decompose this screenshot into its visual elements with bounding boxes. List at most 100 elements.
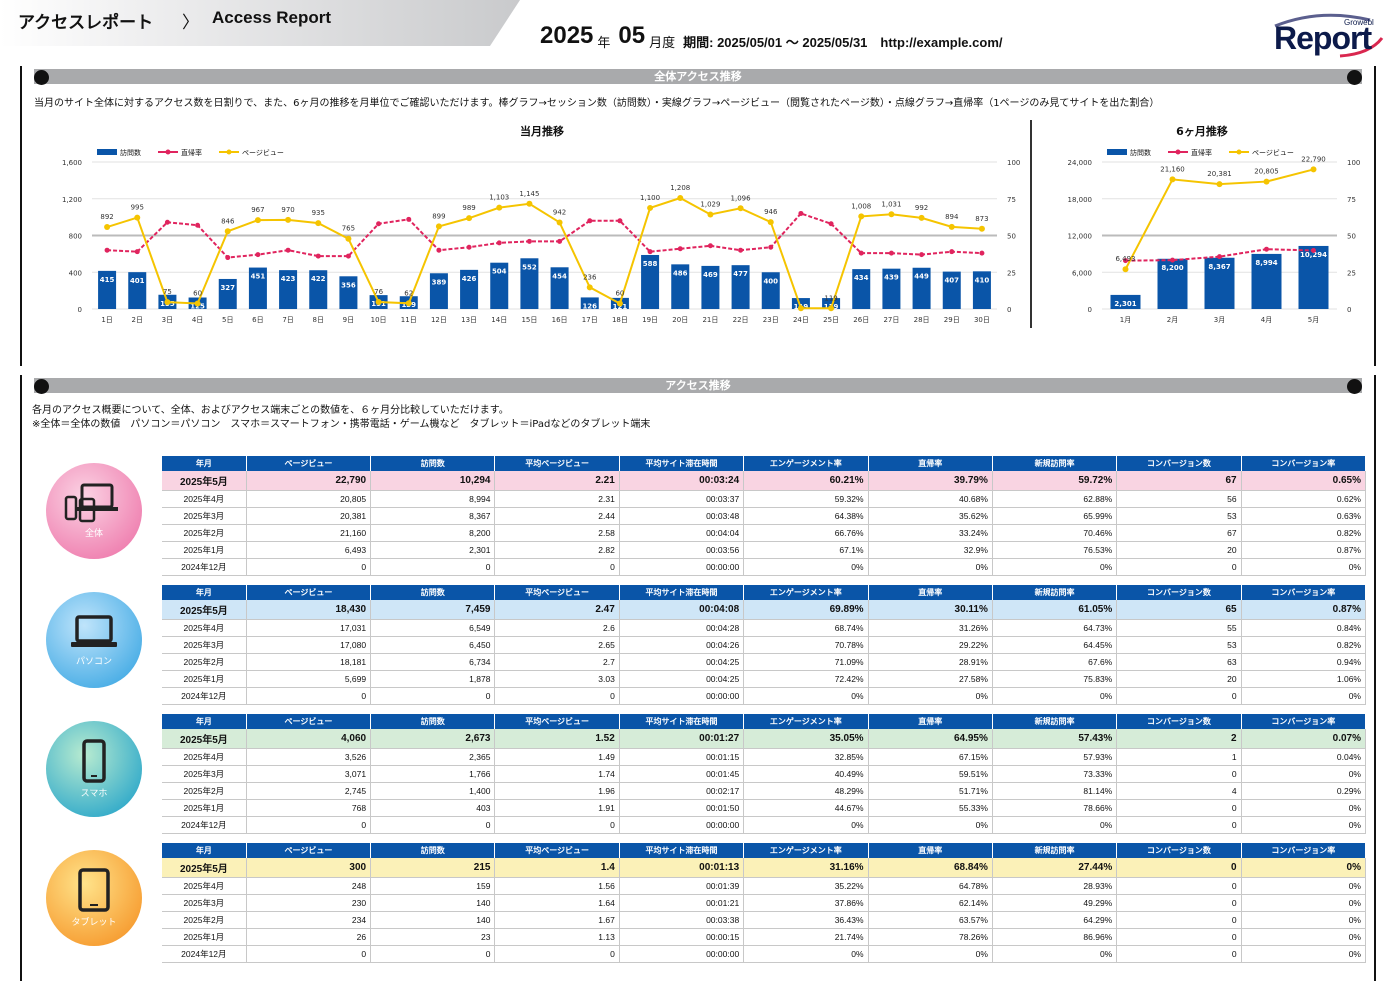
pageview-value-label: 894: [945, 213, 959, 221]
table-cell: 18,181: [246, 653, 372, 671]
x-tick-label: 28日: [914, 316, 930, 324]
table-row: 2025年5月 300 215 1.4 00:01:13 31.16% 68.84% 27.4…: [162, 858, 1367, 878]
pageview-point: [435, 223, 442, 230]
logo-small-text: Growebl: [1344, 18, 1374, 27]
table-cell: 00:04:25: [619, 670, 745, 688]
table-cell: 0%: [1241, 877, 1367, 895]
pageview-value-label: 1,029: [700, 200, 720, 208]
bounce-rate-point: [496, 240, 502, 246]
table-row: 2025年1月 768 403 1.91 00:01:50 44.67% 55.33% 78.…: [162, 799, 1367, 817]
x-tick-label: 25日: [823, 316, 839, 324]
pageview-value-label: 6,493: [1115, 255, 1135, 263]
bar-value-label: 451: [251, 273, 266, 281]
legend-swatch: [1107, 149, 1127, 155]
pageview-value-label: 946: [764, 208, 778, 216]
table-cell: 2.21: [494, 471, 620, 491]
pageview-value-label: 60: [615, 289, 624, 297]
bounce-rate-point: [134, 249, 140, 255]
report-period: 期間: 2025/05/01 ～ 2025/05/31 http://examp…: [683, 35, 1003, 50]
table-cell: 0%: [1241, 765, 1367, 783]
table-cell: 0%: [992, 687, 1118, 705]
column-header: 平均サイト滞在時間: [619, 714, 745, 729]
table-cell: 67.15%: [868, 748, 993, 766]
x-tick-label: 1月: [1120, 316, 1131, 324]
column-header: 訪問数: [370, 843, 496, 858]
bounce-rate-point: [164, 219, 170, 225]
table-cell: 0: [1116, 911, 1242, 929]
pageview-point: [254, 217, 261, 224]
bounce-rate-point: [828, 221, 834, 227]
y2-tick-label: 75: [1347, 196, 1356, 204]
x-tick-label: 8日: [313, 316, 324, 324]
report-year: 2025: [540, 22, 594, 49]
table-cell: 00:04:26: [619, 636, 745, 654]
y2-tick-label: 100: [1007, 159, 1020, 167]
x-tick-label: 5月: [1308, 316, 1319, 324]
stats-table-pc: 年月 ページビュー 訪問数 平均ページビュー 平均サイト滞在時間 エンゲージメント率 直帰率…: [162, 585, 1367, 705]
bar-value-label: 469: [703, 271, 718, 279]
table-cell: 10,294: [370, 471, 496, 491]
device-label: 全体: [84, 529, 103, 539]
table-cell: 768: [246, 799, 372, 817]
pageview-value-label: 21,160: [1160, 165, 1185, 173]
column-header: 年月: [162, 714, 247, 729]
pageview-value-label: 20,381: [1207, 170, 1232, 178]
table-cell: 21,160: [246, 524, 372, 542]
table-cell: 00:04:08: [619, 600, 745, 620]
pageview-value-label: 765: [342, 225, 355, 233]
breadcrumb-en[interactable]: Access Report: [212, 8, 331, 28]
stats-table-smartphone: 年月 ページビュー 訪問数 平均ページビュー 平均サイト滞在時間 エンゲージメント率 直帰率…: [162, 714, 1367, 834]
column-header: エンゲージメント率: [743, 843, 869, 858]
bounce-rate-point: [888, 250, 894, 256]
table-cell: 4,060: [246, 729, 372, 749]
table-cell: 6,450: [370, 636, 496, 654]
table-row: 2025年3月 230 140 1.64 00:01:21 37.86% 62.14% 49.…: [162, 894, 1367, 912]
table-cell: 1,766: [370, 765, 496, 783]
monthly-chart-title: 6ヶ月推移: [1176, 125, 1228, 138]
pageview-value-label: 942: [553, 208, 566, 216]
bar-value-label: 356: [341, 281, 356, 289]
x-tick-label: 19日: [642, 316, 658, 324]
table-cell: 00:04:04: [619, 524, 745, 542]
devices-icon: [64, 483, 118, 523]
table-cell: 40.68%: [868, 490, 993, 508]
table-cell: 73.33%: [992, 765, 1118, 783]
table-cell: 27.44%: [992, 858, 1118, 878]
x-tick-label: 11日: [401, 316, 417, 324]
bounce-rate-point: [647, 249, 653, 255]
table-row: 2024年12月 0 0 0 00:00:00 0% 0% 0% 0 0%: [162, 687, 1367, 705]
table-cell: 49.29%: [992, 894, 1118, 912]
pageview-point: [1310, 166, 1317, 173]
table-cell: 0.04%: [1241, 748, 1367, 766]
row-month: 2025年1月: [162, 799, 247, 817]
table-cell: 215: [370, 858, 496, 878]
row-month: 2025年5月: [162, 600, 247, 620]
bar-value-label: 407: [944, 277, 959, 285]
table-cell: 1.91: [494, 799, 620, 817]
table-cell: 48.29%: [743, 782, 869, 800]
table-cell: 57.93%: [992, 748, 1118, 766]
table-row: 2025年1月 5,699 1,878 3.03 00:04:25 72.42% 27.58…: [162, 670, 1367, 688]
section-title: 全体アクセス推移: [34, 69, 1362, 84]
bounce-rate-point: [255, 252, 261, 258]
x-tick-label: 10日: [371, 316, 387, 324]
table-cell: 64.78%: [868, 877, 993, 895]
table-cell: 0%: [868, 558, 993, 576]
table-header-row: 年月 ページビュー 訪問数 平均ページビュー 平均サイト滞在時間 エンゲージメント率 直帰率…: [162, 585, 1367, 600]
x-tick-label: 1日: [101, 316, 112, 324]
x-tick-label: 22日: [733, 316, 749, 324]
column-header: コンバージョン数: [1116, 456, 1242, 471]
y-tick-label: 24,000: [1068, 159, 1093, 167]
pageview-value-label: 119: [824, 294, 837, 302]
table-cell: 75.83%: [992, 670, 1118, 688]
table-header-row: 年月 ページビュー 訪問数 平均ページビュー 平均サイト滞在時間 エンゲージメント率 直帰率…: [162, 843, 1367, 858]
table-cell: 2.44: [494, 507, 620, 525]
y-tick-label: 1,600: [62, 159, 82, 167]
y-tick-label: 1,200: [62, 196, 82, 204]
table-cell: 1,878: [370, 670, 496, 688]
table-cell: 00:01:45: [619, 765, 745, 783]
table-cell: 33.24%: [868, 524, 993, 542]
column-header: ページビュー: [246, 456, 372, 471]
bounce-rate-point: [315, 253, 321, 259]
breadcrumb-jp[interactable]: アクセスレポート: [18, 8, 153, 33]
